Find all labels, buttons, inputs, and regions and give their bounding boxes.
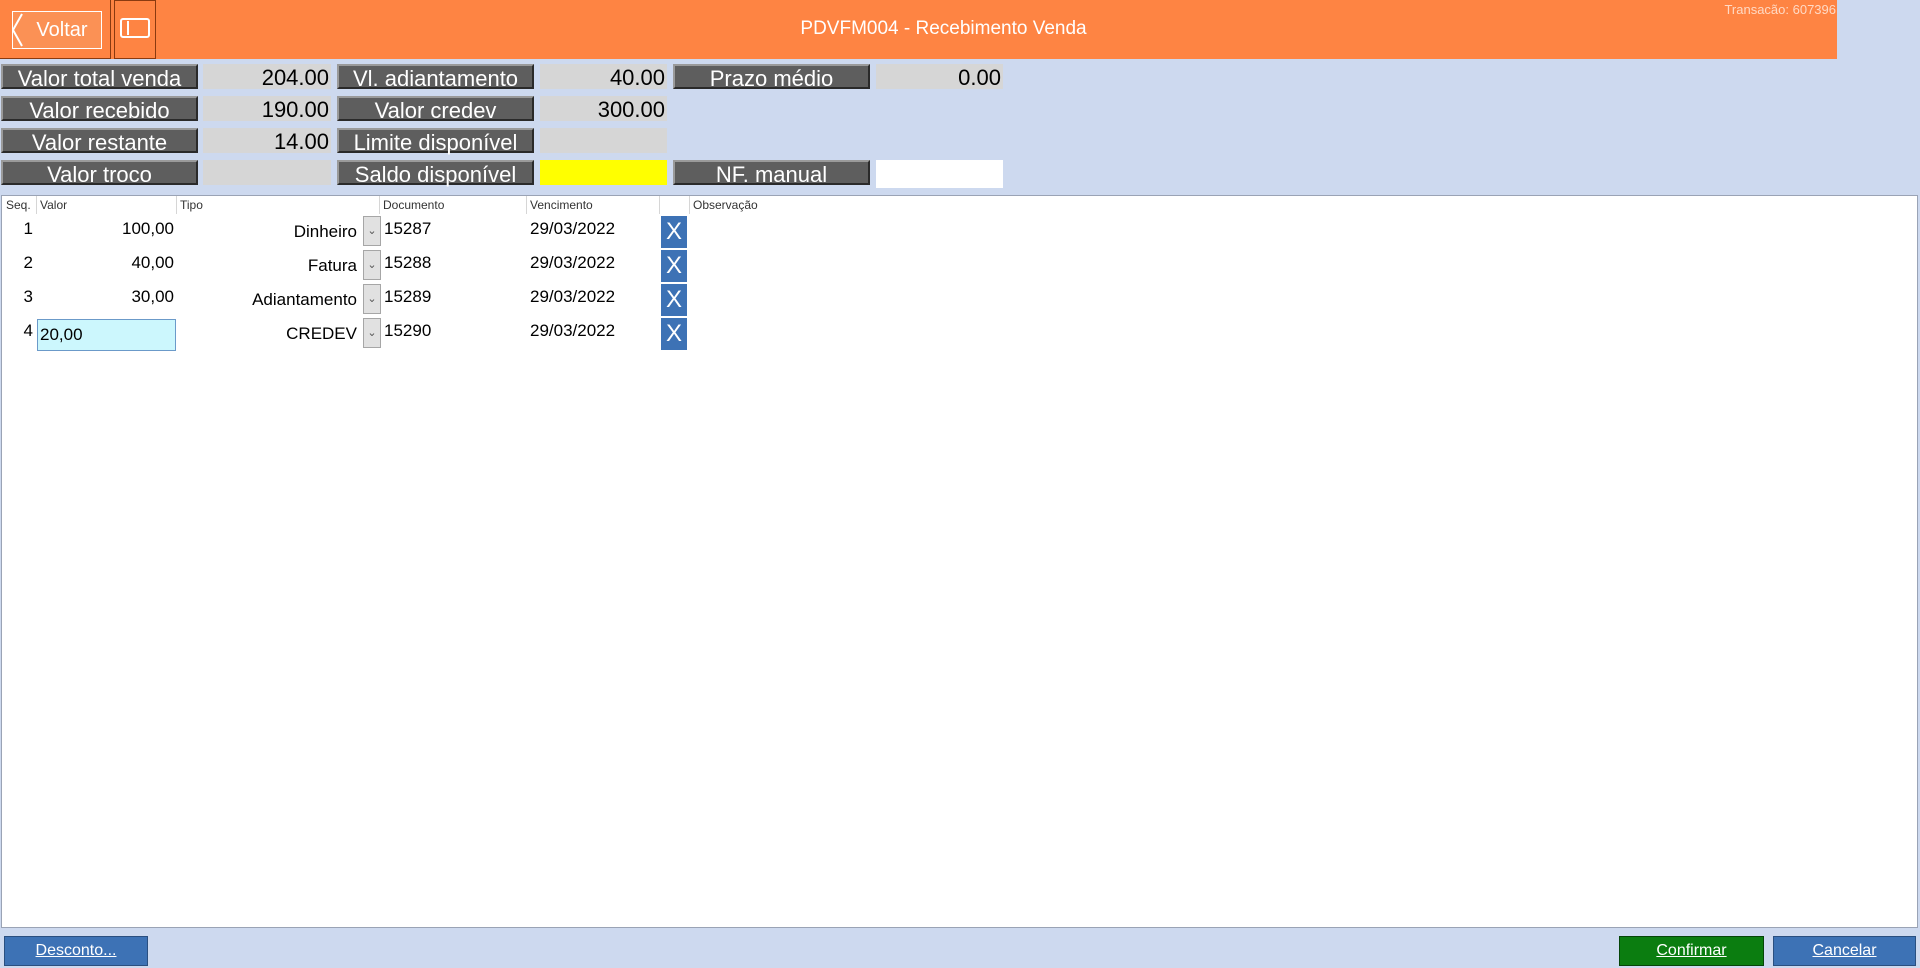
- adiantamento-label: Vl. adiantamento: [337, 64, 534, 91]
- column-header-seq: Seq.: [3, 196, 37, 214]
- limite-value: [540, 128, 667, 153]
- column-header-observacao: Observação: [693, 198, 758, 212]
- total-venda-label: Valor total venda: [1, 64, 198, 91]
- troco-label: Valor troco: [1, 160, 198, 187]
- row-1-documento: 15287: [384, 219, 432, 238]
- limite-label: Limite disponível: [337, 128, 534, 155]
- row-4-valor-input[interactable]: [37, 319, 176, 351]
- row-3-remove-button[interactable]: X: [661, 284, 687, 316]
- row-3-seq: 3: [23, 287, 33, 306]
- desconto-button[interactable]: Desconto...: [4, 936, 148, 966]
- row-2-tipo-dropdown[interactable]: ⌄: [363, 250, 381, 280]
- row-1-vencimento: 29/03/2022: [530, 219, 616, 238]
- total-venda-value: 204.00: [203, 64, 331, 90]
- credev-label: Valor credev: [337, 96, 534, 123]
- cancelar-button[interactable]: Cancelar: [1773, 936, 1916, 966]
- prazo-medio-label: Prazo médio: [673, 64, 870, 91]
- recebido-label: Valor recebido: [1, 96, 198, 123]
- nf-manual-label: NF. manual: [673, 160, 870, 187]
- row-3-tipo-dropdown[interactable]: ⌄: [363, 284, 381, 314]
- window-title: PDVFM004 - Recebimento Venda: [800, 18, 1087, 39]
- chevron-left-icon: [11, 13, 23, 47]
- row-3-tipo[interactable]: Adiantamento: [177, 287, 357, 313]
- row-2-documento: 15288: [384, 253, 432, 272]
- credev-value: 300.00: [540, 96, 667, 122]
- troco-value: [203, 160, 331, 185]
- row-2-seq: 2: [23, 253, 33, 272]
- column-header-documento: Documento: [380, 196, 527, 214]
- panel-icon-bar: [127, 21, 129, 35]
- row-4-tipo[interactable]: CREDEV: [177, 321, 357, 347]
- restante-label: Valor restante: [1, 128, 198, 155]
- row-1-valor[interactable]: 100,00: [37, 216, 174, 242]
- row-3-documento: 15289: [384, 287, 432, 306]
- row-3-valor[interactable]: 30,00: [37, 284, 174, 310]
- row-3-vencimento: 29/03/2022: [530, 287, 616, 306]
- confirmar-button[interactable]: Confirmar: [1619, 936, 1764, 966]
- restante-value: 14.00: [203, 128, 331, 154]
- adiantamento-value: 40.00: [540, 64, 667, 90]
- row-4-tipo-dropdown[interactable]: ⌄: [363, 318, 381, 348]
- panel-icon: [120, 18, 150, 38]
- row-4-documento: 15290: [384, 321, 432, 340]
- row-1-tipo-dropdown[interactable]: ⌄: [363, 216, 381, 246]
- nf-manual-input[interactable]: [876, 160, 1003, 188]
- row-1-seq: 1: [23, 219, 33, 238]
- row-4-seq: 4: [23, 321, 33, 340]
- row-2-tipo[interactable]: Fatura: [177, 253, 357, 279]
- row-2-remove-button[interactable]: X: [661, 250, 687, 282]
- row-4-vencimento: 29/03/2022: [530, 321, 616, 340]
- column-header-tipo: Tipo: [177, 196, 380, 214]
- prazo-medio-value: 0.00: [876, 64, 1003, 90]
- column-header-vencimento: Vencimento: [527, 196, 660, 214]
- saldo-label: Saldo disponível: [337, 160, 534, 187]
- row-1-tipo[interactable]: Dinheiro: [177, 219, 357, 245]
- row-4-remove-button[interactable]: X: [661, 318, 687, 350]
- row-1-remove-button[interactable]: X: [661, 216, 687, 248]
- saldo-value: [540, 160, 667, 185]
- row-2-vencimento: 29/03/2022: [530, 253, 616, 272]
- transaction-number: Transacão: 607396: [1724, 2, 1836, 17]
- column-header-valor: Valor: [37, 196, 177, 214]
- row-2-valor[interactable]: 40,00: [37, 250, 174, 276]
- column-header-remove: [660, 196, 690, 214]
- recebido-value: 190.00: [203, 96, 331, 122]
